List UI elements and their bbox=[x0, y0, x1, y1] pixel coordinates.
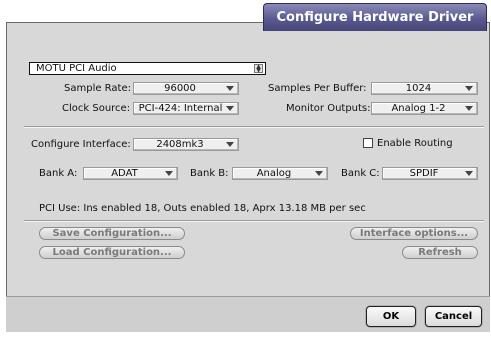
cancel-button[interactable]: Cancel bbox=[425, 306, 482, 327]
interface-options-button[interactable]: Interface options... bbox=[350, 227, 478, 240]
save-configuration-button[interactable]: Save Configuration... bbox=[39, 227, 185, 240]
divider bbox=[24, 126, 484, 128]
clock-source-value: PCI-424: Internal bbox=[138, 103, 223, 114]
bank-b-select[interactable]: Analog bbox=[232, 167, 328, 180]
clock-source-label: Clock Source: bbox=[62, 103, 131, 114]
device-select-value: MOTU PCI Audio bbox=[36, 63, 117, 74]
pci-use-status: PCI Use: Ins enabled 18, Outs enabled 18… bbox=[39, 203, 366, 214]
clock-source-select[interactable]: PCI-424: Internal bbox=[133, 102, 239, 115]
bank-b-label: Bank B: bbox=[190, 168, 229, 179]
bank-a-select[interactable]: ADAT bbox=[83, 167, 178, 180]
enable-routing-checkbox[interactable] bbox=[363, 138, 373, 148]
bank-a-value: ADAT bbox=[111, 168, 138, 179]
bank-c-label: Bank C: bbox=[341, 168, 380, 179]
load-configuration-button[interactable]: Load Configuration... bbox=[39, 246, 185, 259]
sample-rate-label: Sample Rate: bbox=[64, 83, 131, 94]
window-title: Configure Hardware Driver bbox=[263, 3, 487, 31]
monitor-outputs-select[interactable]: Analog 1-2 bbox=[371, 102, 478, 115]
chevron-down-icon bbox=[165, 171, 173, 176]
configure-interface-label: Configure Interface: bbox=[31, 139, 131, 150]
samples-per-buffer-label: Samples Per Buffer: bbox=[268, 83, 367, 94]
refresh-button[interactable]: Refresh bbox=[402, 246, 478, 259]
chevron-down-icon bbox=[315, 171, 323, 176]
monitor-outputs-value: Analog 1-2 bbox=[391, 103, 446, 114]
bank-b-value: Analog bbox=[256, 168, 292, 179]
configure-interface-select[interactable]: 2408mk3 bbox=[133, 138, 239, 151]
enable-routing-label[interactable]: Enable Routing bbox=[377, 138, 453, 149]
sample-rate-select[interactable]: 96000 bbox=[133, 82, 239, 95]
device-select[interactable]: MOTU PCI Audio ▲ ▼ bbox=[29, 62, 266, 75]
bank-c-value: SPDIF bbox=[409, 168, 439, 179]
monitor-outputs-label: Monitor Outputs: bbox=[286, 103, 371, 114]
divider bbox=[24, 220, 484, 222]
updown-arrows-icon: ▲ ▼ bbox=[254, 64, 263, 74]
configure-interface-value: 2408mk3 bbox=[156, 139, 204, 150]
bank-a-label: Bank A: bbox=[39, 168, 78, 179]
sample-rate-value: 96000 bbox=[164, 83, 196, 94]
chevron-down-icon bbox=[465, 171, 473, 176]
chevron-down-icon bbox=[226, 142, 234, 147]
samples-per-buffer-select[interactable]: 1024 bbox=[371, 82, 478, 95]
bank-c-select[interactable]: SPDIF bbox=[382, 167, 478, 180]
ok-button[interactable]: OK bbox=[366, 306, 416, 327]
chevron-down-icon bbox=[465, 106, 473, 111]
chevron-down-icon bbox=[465, 86, 473, 91]
chevron-down-icon bbox=[226, 106, 234, 111]
chevron-down-icon bbox=[226, 86, 234, 91]
dialog-footer bbox=[6, 296, 490, 332]
samples-per-buffer-value: 1024 bbox=[405, 83, 432, 94]
